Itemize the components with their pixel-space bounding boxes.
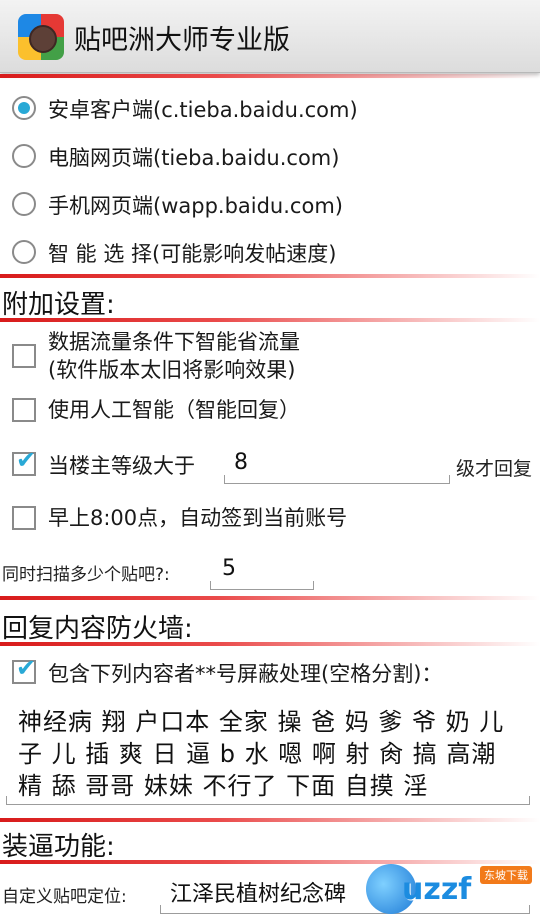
scan-count-label: 同时扫描多少个贴吧?: — [2, 565, 170, 585]
radio-label: 智 能 选 择(可能影响发帖速度) — [48, 242, 337, 266]
radio-button[interactable] — [12, 144, 36, 168]
checkbox-checked[interactable] — [12, 654, 36, 684]
section-title-firewall: 回复内容防火墙: — [2, 614, 193, 644]
scan-count-input[interactable]: 5 — [210, 548, 314, 590]
level-input[interactable]: 8 — [224, 444, 450, 484]
watermark-badge: 东坡下载 — [480, 866, 532, 884]
checkbox-label: 当楼主等级大于 — [48, 454, 195, 478]
radio-label: 手机网页端(wapp.baidu.com) — [48, 194, 343, 218]
radio-mobile-web[interactable]: 手机网页端(wapp.baidu.com) — [0, 184, 540, 228]
level-suffix-label: 级才回复 — [456, 458, 533, 480]
section-divider — [0, 596, 540, 600]
checkbox-auto-sign[interactable]: 早上8:00点，自动签到当前账号 — [0, 500, 540, 536]
keyword-text: 神经病 翔 户口本 全家 操 爸 妈 爹 爷 奶 儿 子 儿 插 爽 日 逼 b… — [18, 708, 505, 800]
title-bar: 贴吧洲大师专业版 — [0, 0, 540, 73]
checkbox-label: 包含下列内容者**号屏蔽处理(空格分割)： — [48, 662, 443, 686]
textarea-underline — [6, 804, 530, 805]
watermark-text: uzzf — [402, 872, 472, 907]
locate-value: 江泽民植树纪念碑 — [170, 882, 347, 907]
checkbox-label: 早上8:00点，自动签到当前账号 — [48, 506, 348, 530]
radio-smart-select[interactable]: 智 能 选 择(可能影响发帖速度) — [0, 232, 540, 276]
level-value: 8 — [234, 450, 248, 475]
radio-pc-web[interactable]: 电脑网页端(tieba.baidu.com) — [0, 136, 540, 180]
radio-android-client[interactable]: 安卓客户端(c.tieba.baidu.com) — [0, 88, 540, 132]
checkbox-label: 使用人工智能（智能回复） — [48, 398, 300, 422]
app-title: 贴吧洲大师专业版 — [74, 25, 290, 56]
section-divider — [0, 818, 540, 822]
radio-button[interactable] — [12, 240, 36, 264]
section-title-pretend: 装逼功能: — [2, 832, 115, 862]
radio-button[interactable] — [12, 192, 36, 216]
section-divider — [0, 318, 540, 322]
checkbox[interactable] — [12, 344, 36, 368]
checkbox[interactable] — [12, 506, 36, 530]
locate-label: 自定义贴吧定位: — [2, 887, 127, 907]
radio-label: 安卓客户端(c.tieba.baidu.com) — [48, 98, 358, 122]
textarea-tick — [6, 796, 7, 804]
checkbox-ai-reply[interactable]: 使用人工智能（智能回复） — [0, 392, 540, 428]
scan-count-row: 同时扫描多少个贴吧?: 5 — [0, 546, 540, 592]
app-logo-icon — [18, 14, 64, 60]
textarea-tick — [529, 796, 530, 804]
section-title-addon: 附加设置: — [2, 290, 115, 320]
scan-count-value: 5 — [222, 556, 236, 581]
checkbox-keyword-filter[interactable]: 包含下列内容者**号屏蔽处理(空格分割)： — [0, 652, 540, 692]
checkbox-level-reply[interactable]: 当楼主等级大于 8 级才回复 — [0, 444, 540, 488]
checkbox-sublabel: (软件版本太旧将影响效果) — [48, 358, 296, 382]
section-divider — [0, 74, 540, 78]
checkbox-data-saver[interactable]: 数据流量条件下智能省流量 (软件版本太旧将影响效果) — [0, 326, 540, 382]
checkbox[interactable] — [12, 398, 36, 422]
section-divider — [0, 274, 540, 278]
checkbox-label: 数据流量条件下智能省流量 — [48, 330, 300, 354]
section-divider — [0, 642, 540, 646]
watermark-logo: uzzf 东坡下载 — [366, 864, 540, 916]
checkbox-checked[interactable] — [12, 446, 36, 476]
radio-button-selected[interactable] — [12, 96, 36, 120]
radio-label: 电脑网页端(tieba.baidu.com) — [48, 146, 340, 170]
